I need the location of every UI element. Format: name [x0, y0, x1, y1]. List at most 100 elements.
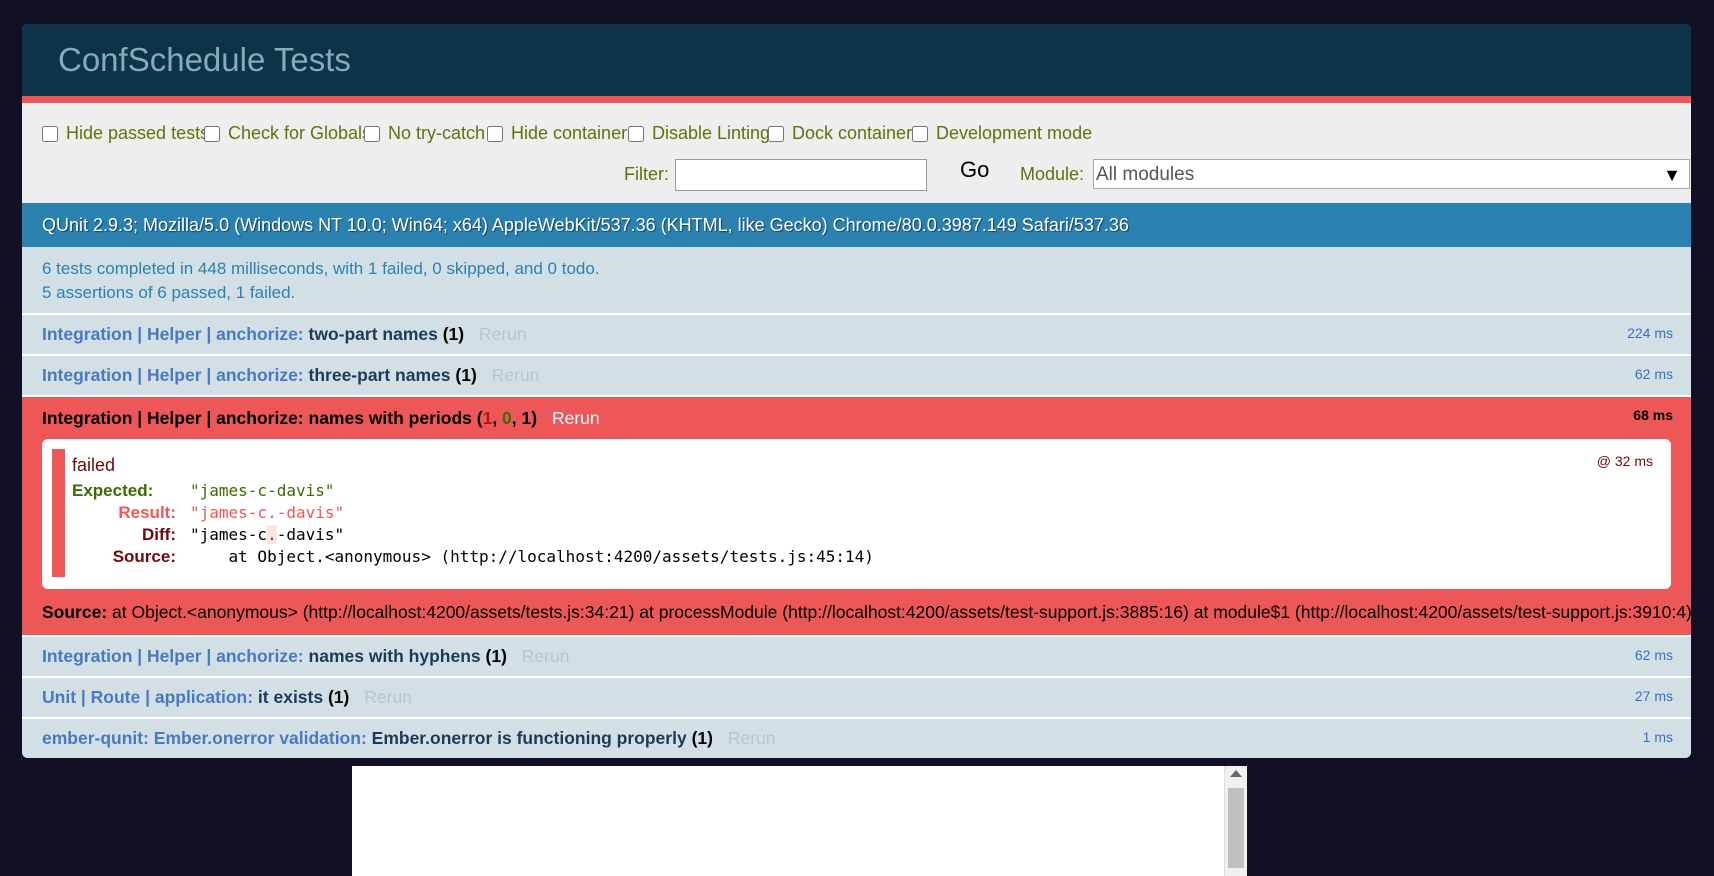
count-sep: , — [492, 408, 503, 428]
checkbox-input[interactable] — [487, 125, 503, 142]
checkbox-no-try-catch[interactable]: No try-catch — [364, 123, 485, 144]
count-total: 1 — [521, 408, 532, 428]
test-runtime: 62 ms — [1634, 366, 1673, 382]
source-value: at Object.<anonymous> (http://localhost:… — [190, 547, 874, 566]
expected-label: Expected: — [72, 481, 154, 500]
fail-indicator-bar — [52, 449, 65, 577]
failed-test-item[interactable]: Integration | Helper | anchorize: names … — [22, 397, 1691, 637]
checkbox-label: Dock container — [792, 123, 913, 143]
diff-before: "james-c — [190, 525, 268, 544]
test-name[interactable]: two-part names — [309, 324, 438, 344]
filter-label: Filter: — [624, 164, 669, 184]
test-source: Source: at Object.<anonymous> (http://lo… — [42, 589, 1691, 635]
checkbox-input[interactable] — [204, 125, 220, 142]
test-module-name[interactable]: Unit | Route | application: — [42, 687, 253, 707]
count-sep: , — [511, 408, 522, 428]
checkbox-input[interactable] — [364, 125, 380, 142]
module-label: Module: — [1020, 164, 1085, 184]
test-name[interactable]: three-part names — [309, 365, 451, 385]
failed-test-header[interactable]: Integration | Helper | anchorize: names … — [42, 397, 1691, 439]
result-value: "james-c.-davis" — [190, 503, 345, 522]
test-module-name[interactable]: Integration | Helper | anchorize: — [42, 324, 304, 344]
test-module-name[interactable]: Integration | Helper | anchorize: — [42, 646, 304, 666]
test-module-name[interactable]: Integration | Helper | anchorize: — [42, 365, 304, 385]
checkbox-label: Development mode — [936, 123, 1093, 143]
checkbox-label: Hide passed tests — [66, 123, 210, 143]
source-label: Source: — [112, 547, 176, 566]
test-counts: (1) — [691, 728, 713, 748]
diff-label: Diff: — [142, 525, 176, 544]
checkbox-dock-container[interactable]: Dock container — [768, 123, 912, 144]
toolbar: Hide passed tests Check for Globals No t… — [22, 103, 1691, 203]
test-runtime: 224 ms — [1627, 325, 1673, 341]
scrollbar[interactable] — [1224, 766, 1247, 876]
test-item[interactable]: Integration | Helper | anchorize: names … — [22, 637, 1691, 678]
rerun-link[interactable]: Rerun — [364, 687, 412, 707]
scrollbar-thumb[interactable] — [1228, 788, 1244, 868]
assertion-result-line: 5 assertions of 6 passed, 1 failed. — [42, 283, 296, 302]
go-button[interactable]: Go — [960, 157, 989, 183]
filter-input[interactable] — [675, 159, 927, 191]
test-name[interactable]: Integration | Helper | anchorize: names … — [42, 408, 472, 428]
rerun-link[interactable]: Rerun — [522, 646, 570, 666]
checkbox-development-mode[interactable]: Development mode — [912, 123, 1092, 144]
result-row: Result: "james-c.-davis" — [72, 503, 344, 525]
test-runtime: 68 ms — [1633, 407, 1673, 423]
user-agent-banner: QUnit 2.9.3; Mozilla/5.0 (Windows NT 10.… — [22, 203, 1691, 247]
diff-deleted: . — [267, 525, 277, 544]
test-runtime: 27 ms — [1634, 688, 1673, 704]
rerun-link[interactable]: Rerun — [552, 408, 600, 428]
count-close: ) — [531, 408, 538, 428]
test-item[interactable]: ember-qunit: Ember.onerror validation: E… — [22, 719, 1691, 758]
diff-after: -davis" — [276, 525, 345, 544]
diff-row: Diff: "james-c.-davis" — [72, 525, 344, 547]
checkbox-label: Disable Linting — [652, 123, 771, 143]
assertion-message: failed — [72, 455, 116, 475]
test-counts: (1) — [455, 365, 477, 385]
source-label: Source: — [42, 602, 108, 622]
test-name[interactable]: Ember.onerror is functioning properly — [372, 728, 687, 748]
test-name[interactable]: names with hyphens — [309, 646, 481, 666]
checkbox-input[interactable] — [768, 125, 784, 142]
module-select-value: All modules — [1096, 164, 1195, 185]
assertion-time: @ 32 ms — [1596, 453, 1653, 469]
test-counts: (1) — [327, 687, 350, 707]
source-stack: at Object.<anonymous> (http://localhost:… — [112, 602, 1691, 622]
rerun-link[interactable]: Rerun — [479, 324, 527, 344]
test-runtime: 62 ms — [1634, 647, 1673, 663]
checkbox-hide-container[interactable]: Hide container — [487, 123, 627, 144]
dropdown-arrow-icon: ▼ — [1663, 165, 1681, 185]
checkbox-input[interactable] — [912, 125, 928, 142]
test-item[interactable]: Unit | Route | application: it exists (1… — [22, 678, 1691, 719]
result-label: Result: — [118, 503, 176, 522]
checkbox-label: Check for Globals — [228, 123, 372, 143]
checkbox-disable-linting[interactable]: Disable Linting — [628, 123, 770, 144]
page-title[interactable]: ConfSchedule Tests — [22, 24, 1691, 103]
count-passed: 0 — [502, 408, 512, 428]
test-counts: (1) — [442, 324, 465, 344]
scroll-up-icon[interactable] — [1230, 770, 1242, 777]
test-runtime: 1 ms — [1642, 729, 1673, 745]
module-select[interactable]: All modules ▼ — [1093, 159, 1690, 189]
test-module-name[interactable]: ember-qunit: Ember.onerror validation: — [42, 728, 367, 748]
checkbox-input[interactable] — [628, 125, 644, 142]
diff-value: "james-c.-davis" — [190, 525, 344, 544]
test-item[interactable]: Integration | Helper | anchorize: two-pa… — [22, 315, 1691, 356]
checkbox-check-globals[interactable]: Check for Globals — [204, 123, 371, 144]
count-failed: 1 — [482, 408, 493, 428]
test-name[interactable]: it exists — [258, 687, 323, 707]
test-counts: (1, 0, 1) — [477, 408, 537, 428]
test-container-frame[interactable] — [352, 766, 1247, 876]
checkbox-label: No try-catch — [388, 123, 486, 143]
checkbox-hide-passed[interactable]: Hide passed tests — [42, 123, 209, 144]
test-counts: (1) — [485, 646, 507, 666]
rerun-link[interactable]: Rerun — [492, 365, 540, 385]
test-result-line: 6 tests completed in 448 milliseconds, w… — [42, 259, 600, 278]
rerun-link[interactable]: Rerun — [728, 728, 776, 748]
assertion-box: failed @ 32 ms Expected: "james-c -davis"… — [42, 439, 1671, 589]
test-item[interactable]: Integration | Helper | anchorize: three-… — [22, 356, 1691, 397]
qunit-container: ConfSchedule Tests Hide passed tests Che… — [22, 24, 1691, 758]
assertion-source-row: Source: at Object.<anonymous> (http://lo… — [72, 547, 874, 569]
checkbox-input[interactable] — [42, 125, 58, 142]
test-result-summary: 6 tests completed in 448 milliseconds, w… — [22, 247, 1691, 315]
